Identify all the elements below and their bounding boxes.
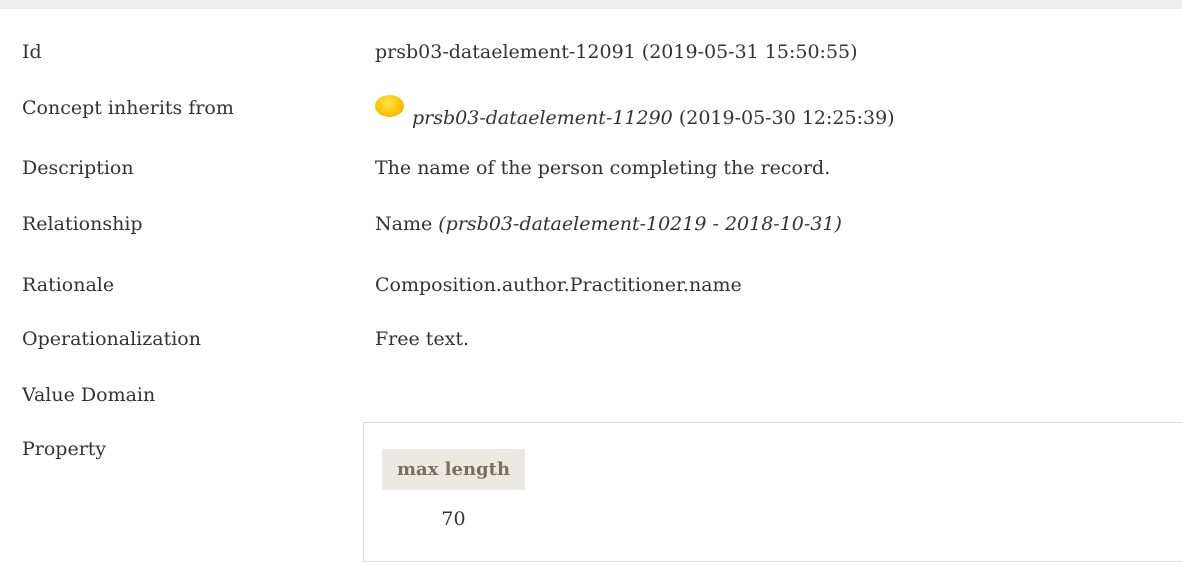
property-header-max-length: max length	[382, 449, 525, 490]
value-relationship: Name (prsb03-dataelement-10219 - 2018-10…	[375, 212, 842, 236]
label-description: Description	[22, 157, 134, 179]
label-concept-inherits-from: Concept inherits from	[22, 97, 234, 119]
label-property: Property	[22, 438, 107, 460]
property-value-max-length: 70	[441, 508, 466, 530]
value-description: The name of the person completing the re…	[375, 157, 831, 179]
inherits-date: (2019-05-30 12:25:39)	[672, 107, 895, 129]
label-value-domain: Value Domain	[22, 384, 156, 406]
status-orb-icon	[375, 95, 404, 117]
relationship-ref[interactable]: (prsb03-dataelement-10219 - 2018-10-31)	[438, 213, 842, 235]
inherits-link[interactable]: prsb03-dataelement-11290	[412, 107, 673, 129]
label-id: Id	[22, 41, 42, 63]
value-rationale: Composition.author.Practitioner.name	[375, 274, 742, 296]
label-relationship: Relationship	[22, 213, 143, 235]
label-operationalization: Operationalization	[22, 328, 201, 350]
value-id: prsb03-dataelement-12091 (2019-05-31 15:…	[375, 41, 858, 63]
value-concept-inherits-from: prsb03-dataelement-11290 (2019-05-30 12:…	[375, 95, 895, 130]
top-strip	[0, 0, 1182, 9]
relationship-name: Name	[375, 213, 439, 235]
property-table: max length 70	[363, 422, 1182, 562]
value-operationalization: Free text.	[375, 328, 470, 350]
label-rationale: Rationale	[22, 274, 115, 296]
